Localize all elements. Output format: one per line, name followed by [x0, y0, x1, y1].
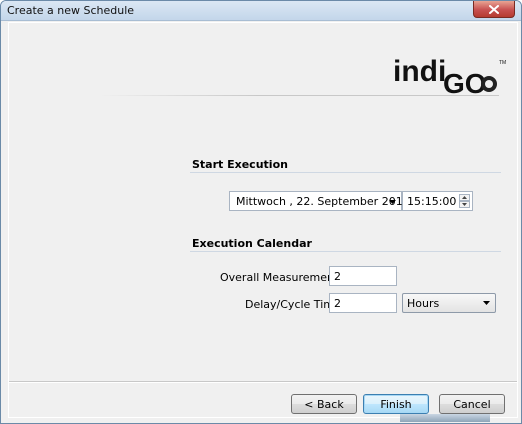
time-unit-select[interactable]: Hours	[402, 293, 496, 313]
title-bar[interactable]: Create a new Schedule	[1, 1, 521, 21]
overall-measurements-field[interactable]: 2	[329, 266, 397, 286]
indigo-logo: indi GO TM	[393, 55, 506, 99]
start-time-field[interactable]: 15:15:00	[402, 191, 473, 211]
window-title: Create a new Schedule	[7, 4, 135, 17]
logo-text-main: indi	[393, 55, 446, 88]
logo-text-go: GO	[443, 68, 487, 99]
close-button[interactable]	[473, 1, 515, 18]
spin-down-icon[interactable]	[459, 201, 470, 208]
time-spinner[interactable]	[459, 194, 470, 208]
close-icon	[489, 4, 499, 14]
delay-cycle-value: 2	[334, 297, 341, 310]
dialog-window: Create a new Schedule indi GO TM Start E…	[0, 0, 522, 424]
chevron-down-icon[interactable]	[387, 196, 398, 207]
header-band: indi GO TM	[9, 23, 517, 123]
execution-calendar-heading: Execution Calendar	[192, 237, 312, 250]
back-button[interactable]: < Back	[291, 394, 357, 414]
taskbar-strip	[400, 414, 490, 422]
overall-measurements-value: 2	[334, 270, 341, 283]
time-unit-value: Hours	[407, 297, 440, 310]
execution-calendar-divider	[190, 251, 501, 252]
logo-tm: TM	[499, 60, 506, 66]
spin-up-icon[interactable]	[459, 194, 470, 201]
finish-button[interactable]: Finish	[363, 394, 429, 414]
chevron-down-icon	[483, 301, 490, 305]
start-time-value: 15:15:00	[407, 195, 457, 208]
start-execution-heading: Start Execution	[192, 158, 288, 171]
start-date-value: Mittwoch , 22. September 2010	[236, 195, 410, 208]
footer-divider	[9, 381, 517, 383]
start-execution-divider	[190, 172, 501, 173]
cancel-button[interactable]: Cancel	[439, 394, 505, 414]
delay-cycle-field[interactable]: 2	[329, 293, 397, 313]
dialog-content: indi GO TM Start Execution Mittwoch , 22…	[8, 22, 518, 418]
start-date-picker[interactable]: Mittwoch , 22. September 2010	[229, 191, 410, 211]
